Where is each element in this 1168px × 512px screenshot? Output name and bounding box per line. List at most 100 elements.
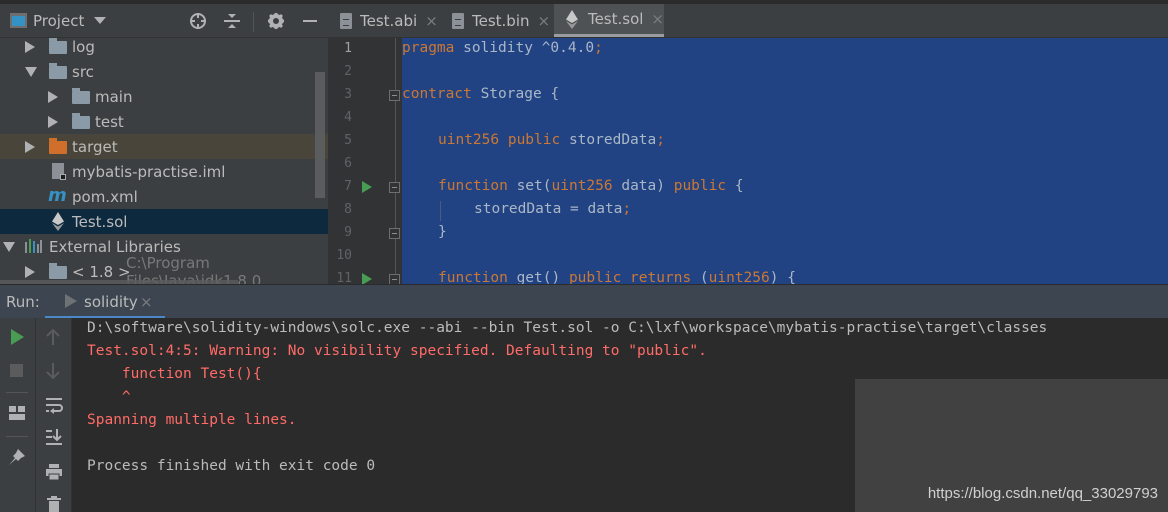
code-token: ; — [656, 132, 665, 148]
tree-item-main[interactable]: main — [0, 84, 328, 109]
watermark-text: https://blog.csdn.net/qq_33029793 — [927, 485, 1158, 502]
vertical-scrollbar[interactable] — [315, 72, 325, 198]
tree-item-pom[interactable]: m pom.xml — [0, 184, 328, 209]
close-icon[interactable]: × — [651, 10, 664, 28]
code-token: contract — [402, 86, 472, 102]
close-icon[interactable]: × — [538, 12, 551, 30]
tree-item-test-sol[interactable]: Test.sol — [0, 209, 328, 234]
indent-guide — [440, 201, 441, 221]
line-number: 1 — [344, 41, 352, 56]
pin-icon[interactable] — [8, 448, 26, 466]
code-token: storedData — [560, 132, 657, 148]
arrow-down-icon[interactable] — [46, 362, 60, 380]
code-token: public returns — [568, 270, 692, 284]
layout-icon[interactable] — [9, 406, 25, 420]
tree-item-target[interactable]: target — [0, 134, 328, 159]
code-line-7: function set(uint256 data) public { — [438, 178, 744, 194]
chevron-down-icon[interactable] — [25, 67, 37, 77]
maven-icon: m — [48, 185, 67, 206]
code-token: get() — [507, 270, 569, 284]
code-token: { — [726, 178, 744, 194]
tab-test-abi[interactable]: Test.abi × — [340, 4, 438, 37]
code-token: } — [438, 224, 447, 240]
line-number: 3 — [344, 87, 352, 102]
run-label: Run: — [6, 293, 40, 311]
editor-tab-bar: Test.abi × Test.bin × Test.sol × — [328, 0, 1168, 38]
project-title[interactable]: Project — [33, 12, 84, 30]
folder-icon — [49, 38, 67, 54]
run-gutter-icon[interactable] — [362, 181, 372, 193]
code-token: storedData = data — [474, 201, 623, 217]
tab-test-sol[interactable]: Test.sol × — [554, 4, 664, 37]
chevron-down-icon[interactable] — [94, 17, 107, 24]
tree-item-label: Test.sol — [72, 212, 128, 231]
trash-icon[interactable] — [46, 496, 62, 512]
gear-icon[interactable] — [266, 11, 286, 31]
watermark-overlay: https://blog.csdn.net/qq_33029793 — [855, 379, 1168, 512]
collapse-all-icon[interactable] — [222, 11, 242, 31]
line-number: 6 — [344, 156, 352, 171]
tree-item-label: main — [95, 87, 133, 106]
code-line-5: uint256 public storedData; — [438, 132, 665, 148]
console-line: D:\software\solidity-windows\solc.exe --… — [87, 320, 1048, 336]
fold-icon[interactable] — [389, 182, 400, 193]
fold-icon[interactable] — [389, 90, 400, 101]
code-token: set( — [507, 178, 552, 194]
run-config-icon — [65, 294, 77, 308]
fold-icon[interactable] — [389, 228, 400, 239]
console-line: Test.sol:4:5: Warning: No visibility spe… — [87, 343, 707, 359]
code-editor[interactable]: pragma solidity ^0.4.0; contract Storage… — [402, 38, 1168, 284]
text-file-icon — [340, 12, 352, 29]
locate-icon[interactable] — [188, 11, 208, 31]
code-token: pragma — [402, 40, 455, 56]
close-icon[interactable]: × — [425, 12, 438, 30]
tab-label: Test.bin — [472, 11, 530, 30]
run-tool-window-header: Run: solidity × — [0, 284, 1168, 319]
print-icon[interactable] — [45, 463, 63, 481]
code-token: ( — [691, 270, 709, 284]
soft-wrap-icon[interactable] — [45, 396, 63, 414]
run-toolbar-secondary — [36, 318, 72, 512]
tree-item-label: log — [72, 37, 95, 56]
tree-item-test[interactable]: test — [0, 109, 328, 134]
code-token: uint256 — [551, 178, 613, 194]
text-file-icon — [452, 12, 464, 29]
jdk-folder-icon — [49, 263, 67, 279]
tree-item-label: target — [72, 137, 118, 156]
ethereum-icon — [52, 212, 64, 231]
console-line: function Test(){ — [87, 366, 262, 382]
chevron-down-icon[interactable] — [3, 242, 15, 252]
scroll-to-end-icon[interactable] — [45, 428, 63, 446]
code-token: public — [499, 132, 561, 148]
code-token: function — [438, 270, 508, 284]
tree-item-label: pom.xml — [72, 187, 138, 206]
tree-item-label: test — [95, 112, 124, 131]
console-line: Process finished with exit code 0 — [87, 458, 376, 474]
code-token: Storage { — [471, 86, 560, 102]
tree-item-iml[interactable]: mybatis-practise.iml — [0, 159, 328, 184]
line-number: 9 — [344, 225, 352, 240]
line-number: 10 — [336, 248, 352, 263]
code-token: ; — [622, 201, 632, 217]
close-icon[interactable]: × — [140, 293, 153, 311]
console-line: Spanning multiple lines. — [87, 412, 297, 428]
tab-label: Test.sol — [587, 10, 644, 28]
chevron-right-icon[interactable] — [25, 40, 35, 53]
code-token: uint256 — [438, 132, 500, 148]
gutter-divider — [395, 38, 396, 284]
run-tab-solidity[interactable]: solidity × — [45, 285, 165, 319]
chevron-right-icon[interactable] — [48, 115, 58, 128]
tree-item-src[interactable]: src — [0, 59, 328, 84]
stop-icon[interactable] — [10, 364, 23, 377]
minimize-icon[interactable] — [300, 11, 320, 31]
chevron-right-icon[interactable] — [25, 265, 35, 278]
chevron-right-icon[interactable] — [48, 90, 58, 103]
chevron-right-icon[interactable] — [25, 140, 35, 153]
code-line-3: contract Storage { — [402, 86, 559, 102]
toolbar-divider — [6, 436, 28, 437]
tree-item-log[interactable]: log — [0, 34, 328, 59]
tree-item-label: src — [72, 62, 94, 81]
rerun-icon[interactable] — [9, 328, 25, 346]
tab-test-bin[interactable]: Test.bin × — [452, 4, 550, 37]
arrow-up-icon[interactable] — [46, 328, 60, 346]
